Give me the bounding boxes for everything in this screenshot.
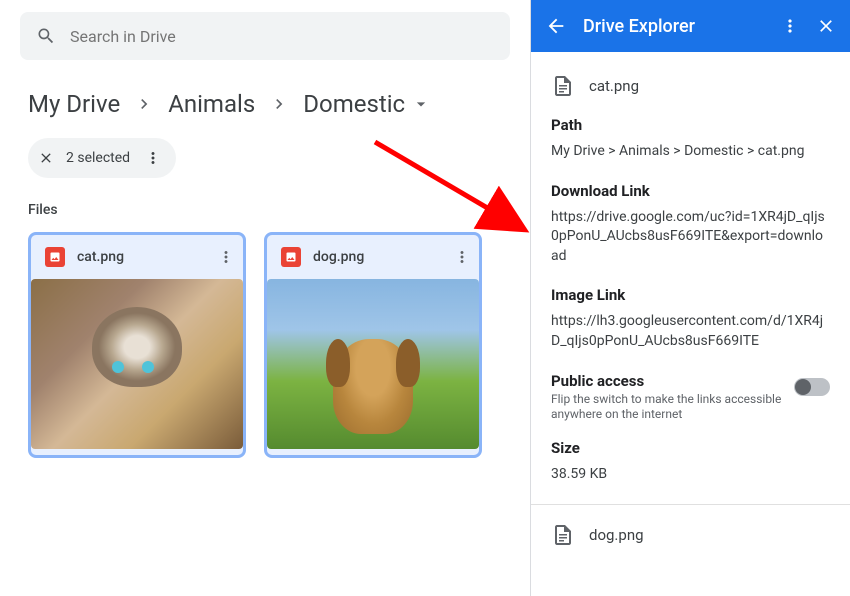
- file-card-dog[interactable]: dog.png: [264, 232, 482, 458]
- file-card-cat[interactable]: cat.png: [28, 232, 246, 458]
- image-link-value[interactable]: https://lh3.googleusercontent.com/d/1XR4…: [551, 312, 830, 351]
- download-link-value[interactable]: https://drive.google.com/uc?id=1XR4jD_qI…: [551, 208, 830, 267]
- search-input[interactable]: [70, 27, 494, 46]
- breadcrumb-item-1[interactable]: Animals: [168, 90, 255, 118]
- panel-file-name: cat.png: [589, 77, 639, 95]
- path-value: My Drive > Animals > Domestic > cat.png: [551, 142, 830, 162]
- file-title-row: dog.png: [551, 523, 830, 547]
- side-body[interactable]: cat.png Path My Drive > Animals > Domest…: [531, 52, 850, 596]
- image-icon: [281, 247, 301, 267]
- close-icon[interactable]: [36, 148, 56, 168]
- size-label: Size: [551, 439, 830, 457]
- breadcrumb-current[interactable]: Domestic: [303, 90, 431, 118]
- chevron-right-icon: [269, 94, 289, 114]
- back-arrow-icon[interactable]: [545, 15, 567, 37]
- search-bar[interactable]: [20, 12, 510, 60]
- side-panel-title: Drive Explorer: [583, 16, 764, 37]
- path-label: Path: [551, 116, 830, 134]
- file-card-header: dog.png: [267, 235, 479, 279]
- file-thumbnail: [267, 279, 479, 449]
- files-heading: Files: [28, 202, 530, 218]
- more-vert-icon[interactable]: [453, 248, 471, 266]
- file-icon: [551, 74, 575, 98]
- file-icon: [551, 523, 575, 547]
- close-icon[interactable]: [816, 16, 836, 36]
- file-name: dog.png: [313, 249, 453, 265]
- download-link-label: Download Link: [551, 182, 830, 200]
- more-vert-icon[interactable]: [217, 248, 235, 266]
- breadcrumb-item-0[interactable]: My Drive: [28, 90, 120, 118]
- main-panel: My Drive Animals Domestic 2 selected Fil…: [0, 0, 530, 596]
- file-card-header: cat.png: [31, 235, 243, 279]
- selection-text: 2 selected: [66, 150, 130, 166]
- file-title-row: cat.png: [551, 74, 830, 98]
- chevron-right-icon: [134, 94, 154, 114]
- public-access-label: Public access: [551, 372, 782, 390]
- file-grid: cat.png dog.png: [28, 232, 530, 458]
- image-icon: [45, 247, 65, 267]
- image-link-label: Image Link: [551, 286, 830, 304]
- breadcrumb: My Drive Animals Domestic: [28, 90, 510, 118]
- search-icon: [36, 26, 56, 46]
- public-access-toggle[interactable]: [794, 378, 830, 396]
- more-vert-icon[interactable]: [144, 149, 162, 167]
- public-access-sub: Flip the switch to make the links access…: [551, 392, 782, 423]
- divider: [531, 504, 850, 505]
- file-thumbnail: [31, 279, 243, 449]
- side-header: Drive Explorer: [531, 0, 850, 52]
- side-panel: Drive Explorer cat.png Path My Drive > A…: [530, 0, 850, 596]
- public-access-row: Public access Flip the switch to make th…: [551, 372, 830, 423]
- panel-file-name: dog.png: [589, 526, 644, 544]
- size-value: 38.59 KB: [551, 465, 830, 485]
- more-vert-icon[interactable]: [780, 16, 800, 36]
- caret-down-icon: [411, 94, 431, 114]
- breadcrumb-item-2: Domestic: [303, 90, 405, 118]
- selection-bar: 2 selected: [28, 138, 176, 178]
- file-name: cat.png: [77, 249, 217, 265]
